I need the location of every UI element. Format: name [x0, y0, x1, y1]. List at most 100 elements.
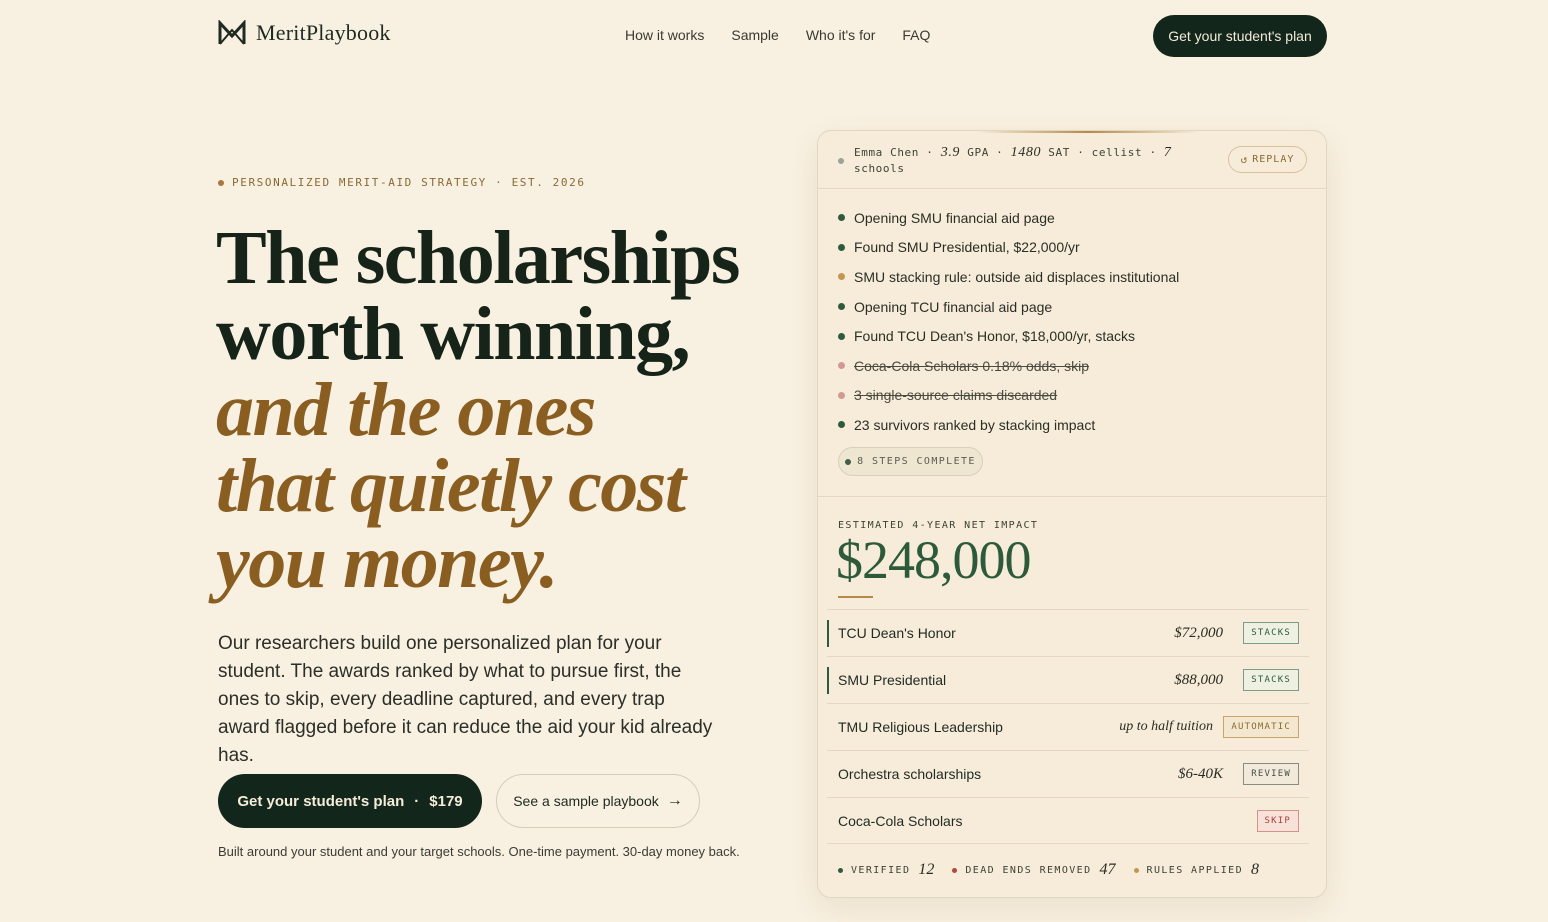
award-amount: $88,000 [1174, 671, 1223, 688]
step-text: Coca-Cola Scholars 0.18% odds, skip [854, 357, 1090, 374]
step-dot [838, 391, 845, 399]
rules-label: RULES APPLIED [1146, 864, 1243, 876]
hero-headline: The scholarships worth winning, and the … [216, 220, 776, 600]
primary-cta-separator: · [414, 792, 420, 810]
award-row[interactable]: SMU Presidential $88,000 STACKS [827, 656, 1309, 703]
brand-logo[interactable]: MeritPlaybook [218, 20, 391, 46]
nav-link-sample[interactable]: Sample [731, 27, 778, 43]
step-text: Found TCU Dean's Honor, $18,000/yr, stac… [854, 328, 1136, 345]
step-text: Opening TCU financial aid page [854, 298, 1053, 315]
step-item: 3 single-source claims discarded [838, 381, 1308, 411]
replay-label: REPLAY [1252, 154, 1295, 165]
profile-name: Emma Chen [854, 146, 920, 159]
verified-dot [838, 867, 843, 873]
primary-cta-label: Get your student's plan [237, 792, 405, 810]
card-header: Emma Chen · 3.9 GPA · 1480 SAT · cellist… [818, 131, 1326, 189]
step-text: 3 single-source claims discarded [854, 387, 1058, 404]
award-row[interactable]: TCU Dean's Honor $72,000 STACKS [827, 609, 1309, 656]
award-name: TMU Religious Leadership [838, 719, 1003, 735]
award-tag: STACKS [1243, 622, 1299, 644]
award-row[interactable]: Coca-Cola Scholars SKIP [827, 797, 1309, 844]
replay-button[interactable]: ↺ REPLAY [1228, 146, 1307, 173]
award-name: TCU Dean's Honor [838, 625, 956, 641]
steps-badge-label: 8 STEPS COMPLETE [857, 456, 976, 467]
nav-get-plan-button[interactable]: Get your student's plan [1153, 15, 1327, 57]
award-tag: AUTOMATIC [1223, 716, 1299, 738]
award-amount: up to half tuition [1119, 719, 1213, 734]
profile-summary: Emma Chen · 3.9 GPA · 1480 SAT · cellist… [854, 145, 1198, 177]
step-text: SMU stacking rule: outside aid displaces… [854, 268, 1180, 285]
awards-list: TCU Dean's Honor $72,000 STACKS SMU Pres… [827, 609, 1309, 844]
nav-link-who-its-for[interactable]: Who it's for [806, 27, 876, 43]
headline-line-2: worth winning, [216, 292, 691, 376]
profile-activity: cellist [1091, 146, 1143, 159]
headline-line-1: The scholarships [216, 216, 740, 300]
headline-italic-2: that quietly cost [216, 444, 686, 528]
verified-label: VERIFIED [851, 864, 911, 876]
brand-name: MeritPlaybook [256, 20, 391, 45]
logo-mark-icon [218, 20, 246, 45]
step-dot [838, 243, 845, 251]
eyebrow-text: PERSONALIZED MERIT-AID STRATEGY · EST. 2… [232, 176, 586, 189]
card-accent-line [978, 131, 1198, 133]
step-item: Found SMU Presidential, $22,000/yr [838, 233, 1308, 263]
profile-sep: · [1077, 146, 1085, 159]
status-dot [838, 158, 844, 164]
step-text: 23 survivors ranked by stacking impact [854, 416, 1096, 433]
step-text: Found SMU Presidential, $22,000/yr [854, 239, 1080, 256]
eyebrow-dot [218, 179, 224, 186]
award-amount: $6-40K [1178, 765, 1223, 782]
step-dot [838, 421, 845, 429]
step-dot [838, 273, 845, 281]
dead-ends-dot [952, 867, 958, 873]
impact-value: $248,000 [836, 530, 1031, 590]
badge-dot [845, 458, 852, 465]
research-steps: Opening SMU financial aid page Found SMU… [838, 203, 1308, 440]
profile-gpa-label: GPA [967, 146, 989, 159]
profile-gpa-value: 3.9 [940, 145, 961, 160]
primary-cta-price: $179 [429, 792, 463, 810]
headline-italic-1: and the ones [216, 368, 596, 452]
profile-sat-value: 1480 [1010, 145, 1042, 160]
award-amount: $72,000 [1174, 624, 1223, 641]
step-dot [838, 214, 845, 222]
hero-eyebrow: PERSONALIZED MERIT-AID STRATEGY · EST. 2… [218, 176, 586, 189]
hero-subcopy: Our researchers build one personalized p… [218, 633, 713, 766]
profile-sep: · [926, 146, 934, 159]
step-item: Opening TCU financial aid page [838, 292, 1308, 322]
nav-link-how-it-works[interactable]: How it works [625, 27, 704, 43]
step-item: Opening SMU financial aid page [838, 203, 1308, 233]
steps-complete-badge: 8 STEPS COMPLETE [838, 447, 983, 476]
step-dot [838, 362, 845, 370]
profile-sat-label: SAT [1048, 146, 1070, 159]
award-row[interactable]: TMU Religious Leadership up to half tuit… [827, 703, 1309, 750]
headline-italic-3: you money. [216, 520, 559, 604]
step-item: SMU stacking rule: outside aid displaces… [838, 262, 1308, 292]
award-tag: STACKS [1243, 669, 1299, 691]
step-item: Found TCU Dean's Honor, $18,000/yr, stac… [838, 321, 1308, 351]
step-item: 23 survivors ranked by stacking impact [838, 410, 1308, 440]
award-name: Orchestra scholarships [838, 766, 982, 782]
rules-value: 8 [1251, 861, 1259, 878]
step-text: Opening SMU financial aid page [854, 209, 1055, 226]
profile-schools-label: schools [854, 162, 905, 175]
dead-ends-value: 47 [1099, 861, 1116, 878]
award-name: Coca-Cola Scholars [838, 812, 963, 829]
profile-sep: · [1149, 146, 1157, 159]
replay-icon: ↺ [1240, 153, 1249, 166]
top-nav: MeritPlaybook How it works Sample Who it… [0, 0, 1548, 72]
award-name: SMU Presidential [838, 672, 947, 688]
profile-schools-value: 7 [1163, 145, 1172, 160]
student-profile: Emma Chen · 3.9 GPA · 1480 SAT · cellist… [838, 145, 1198, 177]
step-item: Coca-Cola Scholars 0.18% odds, skip [838, 351, 1308, 381]
see-sample-button[interactable]: See a sample playbook → [496, 774, 700, 828]
verified-value: 12 [918, 861, 935, 878]
hero-get-plan-button[interactable]: Get your student's plan · $179 [218, 774, 482, 828]
hero-footnote: Built around your student and your targe… [218, 844, 740, 859]
award-tag: SKIP [1256, 809, 1299, 832]
dead-ends-label: DEAD ENDS REMOVED [965, 864, 1092, 876]
profile-sep: · [996, 146, 1004, 159]
nav-link-faq[interactable]: FAQ [902, 27, 930, 43]
award-row[interactable]: Orchestra scholarships $6-40K REVIEW [827, 750, 1309, 797]
step-dot [838, 303, 845, 311]
